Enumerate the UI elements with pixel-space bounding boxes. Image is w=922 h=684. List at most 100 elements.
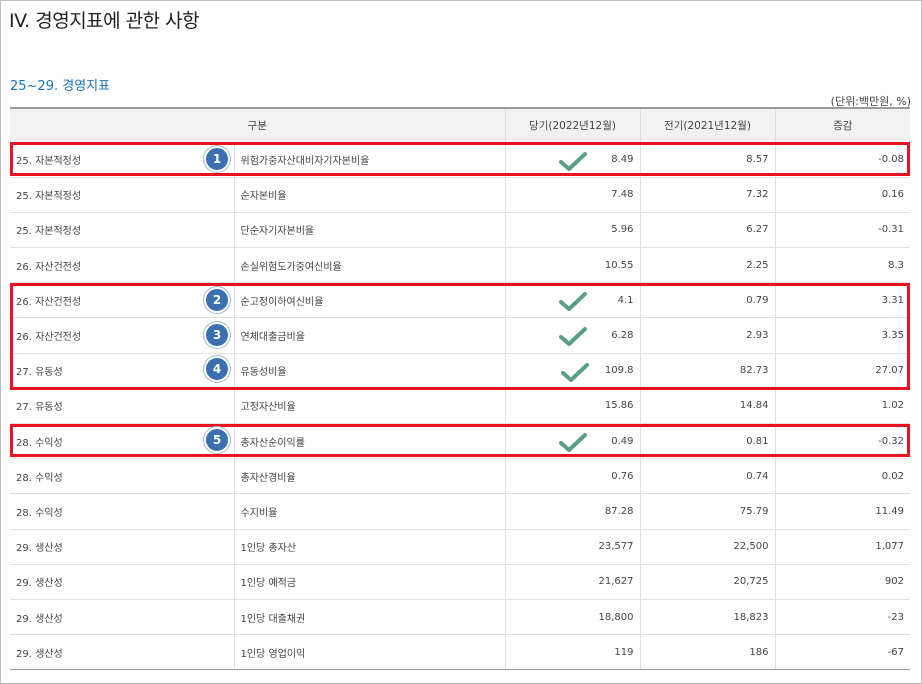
row-item-text: 수지비율 — [240, 507, 278, 519]
row-item-text: 1인당 총자산 — [240, 543, 297, 555]
row-category-text: 28. 수익성 — [16, 507, 63, 519]
row-current-value-text: 6.28 — [611, 330, 634, 342]
row-previous-value-text: 6.27 — [746, 224, 769, 236]
row-previous-value: 186 — [639, 634, 776, 671]
row-current-value: 8.49 — [504, 142, 641, 178]
row-change-value: -67 — [774, 634, 911, 671]
row-previous-value: 0.79 — [639, 282, 776, 319]
row-current-value: 109.8 — [504, 353, 641, 389]
row-category-text: 29. 생산성 — [16, 613, 63, 625]
row-change-value-text: 0.16 — [881, 189, 905, 201]
checkmark-icon — [558, 292, 587, 312]
row-category: 25. 자본적정성 — [10, 212, 234, 249]
row-current-value-text: 23,577 — [598, 541, 634, 553]
header-current: 당기(2022년12월) — [504, 107, 641, 143]
row-change-value-text: -0.31 — [878, 224, 905, 236]
row-change-value: -0.32 — [774, 423, 911, 460]
row-item: 순자본비율 — [233, 177, 506, 213]
row-item-text: 1인당 대출채권 — [240, 613, 306, 625]
row-change-value-text: -0.32 — [878, 435, 905, 447]
row-current-value-text: 5.96 — [611, 224, 634, 236]
row-previous-value-text: 8.57 — [746, 154, 769, 166]
table-row: 25. 자본적정성 단순자기자본비율 5.96 6.27 -0.31 — [10, 212, 911, 249]
row-category-text: 26. 자산건전성 — [16, 296, 82, 308]
row-category-text: 29. 생산성 — [16, 648, 63, 660]
row-category: 27. 유동성 — [10, 388, 234, 425]
row-category: 26. 자산건전성 — [10, 282, 234, 319]
row-category-text: 28. 수익성 — [16, 437, 63, 449]
header-previous: 전기(2021년12월) — [639, 107, 776, 143]
row-previous-value-text: 22,500 — [733, 541, 769, 553]
row-change-value-text: 3.31 — [881, 294, 905, 306]
row-current-value-text: 109.8 — [604, 365, 634, 377]
row-current-value-text: 18,800 — [598, 611, 634, 623]
table-row: 25. 자본적정성 순자본비율 7.48 7.32 0.16 — [10, 177, 911, 213]
row-previous-value: 14.84 — [639, 388, 776, 425]
row-change-value-text: -67 — [887, 646, 905, 658]
row-item: 단순자기자본비율 — [233, 212, 506, 249]
row-current-value-text: 10.55 — [604, 259, 634, 271]
row-current-value: 7.48 — [504, 177, 641, 213]
row-change-value: 27.07 — [774, 353, 911, 389]
header-change: 증감 — [774, 107, 911, 143]
row-category: 29. 생산성 — [10, 564, 234, 600]
row-item: 연체대출금비율 — [233, 317, 506, 354]
indicator-table: 구분 당기(2022년12월) 전기(2021년12월) 증감 25. 자본적정… — [10, 107, 911, 671]
row-current-value: 4.1 — [504, 282, 641, 319]
row-current-value: 0.49 — [504, 423, 641, 460]
checkmark-icon — [558, 433, 587, 452]
checkmark-icon — [558, 327, 587, 347]
row-change-value: 902 — [774, 564, 911, 600]
row-current-value: 21,627 — [504, 564, 641, 600]
row-item: 1인당 총자산 — [233, 529, 506, 565]
row-item: 1인당 예적금 — [233, 564, 506, 600]
row-item-text: 유동성비율 — [240, 367, 287, 379]
checkmark-icon — [558, 151, 587, 171]
row-current-value-text: 15.86 — [604, 400, 634, 412]
row-current-value-text: 0.49 — [611, 435, 634, 447]
row-change-value: 3.31 — [774, 282, 911, 319]
row-change-value: 11.49 — [774, 493, 911, 530]
row-category: 26. 자산건전성 — [10, 247, 234, 284]
row-current-value: 23,577 — [504, 529, 641, 565]
row-previous-value: 18,823 — [639, 599, 776, 636]
row-category: 28. 수익성 — [10, 493, 234, 530]
row-previous-value: 0.81 — [639, 423, 776, 460]
row-change-value-text: 0.02 — [881, 470, 905, 482]
row-previous-value-text: 0.81 — [746, 435, 769, 447]
row-change-value: 1.02 — [774, 388, 911, 425]
row-item: 1인당 대출채권 — [233, 599, 506, 636]
row-change-value-text: 902 — [884, 576, 905, 588]
row-current-value-text: 21,627 — [598, 576, 634, 588]
table-row: 29. 생산성 1인당 총자산 23,577 22,500 1,077 — [10, 529, 911, 565]
row-item-text: 1인당 영업이익 — [240, 648, 306, 660]
row-previous-value-text: 82.73 — [739, 365, 769, 377]
row-previous-value-text: 18,823 — [733, 611, 769, 623]
row-current-value-text: 4.1 — [617, 294, 634, 306]
row-item: 총자산순이익률 — [233, 423, 506, 460]
row-previous-value: 6.27 — [639, 212, 776, 249]
row-previous-value: 22,500 — [639, 529, 776, 565]
row-current-value-text: 7.48 — [611, 189, 634, 201]
table-row: 26. 자산건전성 연체대출금비율 6.28 2.93 3.35 — [10, 317, 911, 354]
row-current-value-text: 87.28 — [604, 505, 634, 517]
row-item-text: 손실위험도가중여신비율 — [240, 261, 342, 273]
row-previous-value-text: 0.74 — [746, 470, 769, 482]
row-change-value-text: -0.08 — [878, 154, 905, 166]
row-item-text: 고정자산비율 — [240, 402, 296, 414]
row-current-value: 119 — [504, 634, 641, 671]
row-previous-value: 2.93 — [639, 317, 776, 354]
row-item-text: 단순자기자본비율 — [240, 226, 315, 238]
row-category: 28. 수익성 — [10, 458, 234, 495]
row-category: 26. 자산건전성 — [10, 317, 234, 354]
row-item-text: 연체대출금비율 — [240, 332, 305, 344]
row-item: 수지비율 — [233, 493, 506, 530]
row-current-value: 5.96 — [504, 212, 641, 249]
row-category-text: 25. 자본적정성 — [16, 191, 82, 203]
row-change-value-text: 3.35 — [881, 330, 905, 342]
row-change-value: -23 — [774, 599, 911, 636]
row-current-value: 6.28 — [504, 317, 641, 354]
row-category: 25. 자본적정성 — [10, 142, 234, 178]
row-item: 손실위험도가중여신비율 — [233, 247, 506, 284]
row-previous-value-text: 75.79 — [739, 505, 769, 517]
